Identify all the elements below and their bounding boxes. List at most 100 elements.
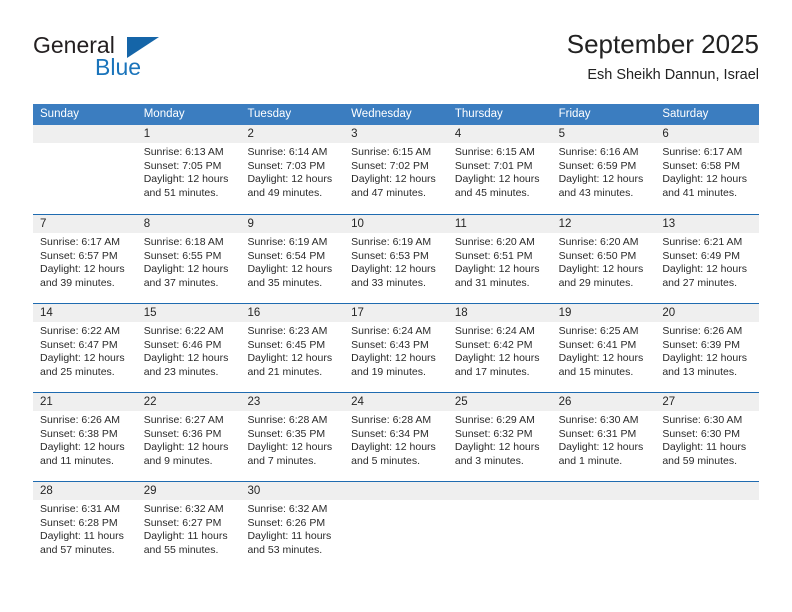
day-number: 16	[240, 304, 345, 322]
calendar-day-cell[interactable]: 20 Sunrise: 6:26 AM Sunset: 6:39 PM Dayligh…	[655, 304, 760, 392]
day-details: Sunrise: 6:17 AM Sunset: 6:58 PM Daylight:…	[655, 143, 759, 200]
sunset-time: Sunset: 6:38 PM	[40, 427, 118, 440]
weekday-header-row: Sunday Monday Tuesday Wednesday Thursday…	[33, 104, 759, 125]
calendar-day-cell[interactable]: 27 Sunrise: 6:30 AM Sunset: 6:30 PM Dayligh…	[655, 393, 760, 481]
calendar-weeks: 1 Sunrise: 6:13 AM Sunset: 7:05 PM Daylight…	[33, 125, 760, 570]
calendar-day-cell[interactable]: 28 Sunrise: 6:31 AM Sunset: 6:28 PM Dayligh…	[33, 482, 137, 570]
sunrise-time: Sunrise: 6:15 AM	[454, 146, 535, 158]
daylight-duration-line1: Daylight: 12 hours	[351, 352, 436, 365]
day-details: Sunrise: 6:13 AM Sunset: 7:05 PM Daylight:…	[137, 143, 241, 200]
sunrise-time: Sunrise: 6:24 AM	[351, 325, 432, 337]
day-number: 21	[33, 393, 137, 411]
day-number: 10	[344, 215, 448, 233]
sunset-time: Sunset: 6:36 PM	[143, 427, 222, 440]
calendar-day-cell[interactable]: 18 Sunrise: 6:24 AM Sunset: 6:42 PM Dayligh…	[447, 304, 552, 392]
calendar-day-cell[interactable]: 22 Sunrise: 6:27 AM Sunset: 6:36 PM Dayligh…	[136, 393, 241, 481]
daylight-duration-line1: Daylight: 12 hours	[143, 441, 229, 454]
calendar-day-cell[interactable]: 29 Sunrise: 6:32 AM Sunset: 6:27 PM Dayligh…	[136, 482, 241, 570]
sunset-time: Sunset: 7:02 PM	[351, 159, 429, 172]
daylight-duration-line1: Daylight: 12 hours	[454, 441, 540, 454]
calendar-day-cell[interactable]: 6 Sunrise: 6:17 AM Sunset: 6:58 PM Daylight…	[655, 125, 760, 214]
calendar-day-cell[interactable]: 17 Sunrise: 6:24 AM Sunset: 6:43 PM Dayligh…	[344, 304, 448, 392]
daylight-duration-line1: Daylight: 12 hours	[558, 263, 644, 276]
daylight-duration-line1: Daylight: 12 hours	[40, 263, 125, 276]
day-number: 25	[447, 393, 552, 411]
sunrise-time: Sunrise: 6:28 AM	[247, 414, 328, 426]
sunset-time: Sunset: 6:27 PM	[143, 516, 222, 529]
general-blue-logo[interactable]: General Blue	[33, 32, 233, 88]
weekday-header-wednesday: Wednesday	[351, 108, 412, 120]
day-details: Sunrise: 6:19 AM Sunset: 6:54 PM Daylight:…	[240, 233, 344, 290]
daylight-duration-line2: and 9 minutes.	[143, 454, 213, 467]
calendar-day-cell[interactable]: 4 Sunrise: 6:15 AM Sunset: 7:01 PM Daylight…	[447, 125, 552, 214]
daylight-duration-line1: Daylight: 12 hours	[662, 263, 747, 276]
calendar-week-row: 28 Sunrise: 6:31 AM Sunset: 6:28 PM Dayligh…	[33, 481, 760, 570]
weekday-header-friday: Friday	[558, 108, 591, 120]
calendar-day-cell[interactable]: 1 Sunrise: 6:13 AM Sunset: 7:05 PM Daylight…	[136, 125, 241, 214]
calendar-day-cell[interactable]: 24 Sunrise: 6:28 AM Sunset: 6:34 PM Dayligh…	[344, 393, 448, 481]
calendar-day-cell[interactable]: 13 Sunrise: 6:21 AM Sunset: 6:49 PM Dayligh…	[655, 215, 760, 303]
daylight-duration-line2: and 37 minutes.	[143, 276, 219, 289]
daylight-duration-line2: and 33 minutes.	[351, 276, 426, 289]
calendar-day-cell[interactable]: 3 Sunrise: 6:15 AM Sunset: 7:02 PM Daylight…	[344, 125, 448, 214]
calendar-day-cell[interactable]: 23 Sunrise: 6:28 AM Sunset: 6:35 PM Dayligh…	[240, 393, 345, 481]
calendar-day-cell[interactable]: 15 Sunrise: 6:22 AM Sunset: 6:46 PM Dayligh…	[136, 304, 241, 392]
day-details: Sunrise: 6:30 AM Sunset: 6:30 PM Daylight:…	[655, 411, 759, 468]
calendar-day-cell[interactable]: 16 Sunrise: 6:23 AM Sunset: 6:45 PM Dayligh…	[240, 304, 345, 392]
sunrise-time: Sunrise: 6:22 AM	[40, 325, 120, 337]
calendar-day-cell[interactable]: 5 Sunrise: 6:16 AM Sunset: 6:59 PM Daylight…	[551, 125, 656, 214]
daylight-duration-line2: and 51 minutes.	[143, 186, 219, 199]
daylight-duration-line2: and 29 minutes.	[558, 276, 634, 289]
sunrise-time: Sunrise: 6:28 AM	[351, 414, 432, 426]
daylight-duration-line2: and 35 minutes.	[247, 276, 323, 289]
daylight-duration-line1: Daylight: 12 hours	[454, 173, 540, 186]
daylight-duration-line1: Daylight: 12 hours	[558, 173, 644, 186]
calendar-day-cell[interactable]: 9 Sunrise: 6:19 AM Sunset: 6:54 PM Daylight…	[240, 215, 345, 303]
calendar-cell-empty	[33, 125, 137, 214]
calendar-day-cell[interactable]: 19 Sunrise: 6:25 AM Sunset: 6:41 PM Dayligh…	[551, 304, 656, 392]
calendar-day-cell[interactable]: 11 Sunrise: 6:20 AM Sunset: 6:51 PM Dayligh…	[447, 215, 552, 303]
calendar-day-cell[interactable]: 25 Sunrise: 6:29 AM Sunset: 6:32 PM Dayligh…	[447, 393, 552, 481]
sunset-time: Sunset: 6:57 PM	[40, 249, 118, 262]
calendar-day-cell[interactable]: 7 Sunrise: 6:17 AM Sunset: 6:57 PM Daylight…	[33, 215, 137, 303]
daylight-duration-line1: Daylight: 12 hours	[247, 263, 333, 276]
daylight-duration-line1: Daylight: 11 hours	[662, 441, 747, 454]
day-number: 5	[551, 125, 656, 143]
sunset-time: Sunset: 6:39 PM	[662, 338, 740, 351]
calendar-day-cell[interactable]: 12 Sunrise: 6:20 AM Sunset: 6:50 PM Dayligh…	[551, 215, 656, 303]
day-details: Sunrise: 6:25 AM Sunset: 6:41 PM Daylight:…	[552, 322, 656, 379]
daylight-duration-line1: Daylight: 12 hours	[662, 352, 747, 365]
day-number: 29	[136, 482, 241, 500]
calendar-day-cell[interactable]: 8 Sunrise: 6:18 AM Sunset: 6:55 PM Daylight…	[136, 215, 241, 303]
daylight-duration-line2: and 45 minutes.	[454, 186, 530, 199]
logo-text-blue: Blue	[95, 54, 142, 80]
daylight-duration-line1: Daylight: 12 hours	[40, 352, 125, 365]
calendar-page: General Blue September 2025 Esh Sheikh D…	[0, 0, 792, 612]
sunrise-time: Sunrise: 6:14 AM	[247, 146, 328, 158]
calendar-day-cell[interactable]: 10 Sunrise: 6:19 AM Sunset: 6:53 PM Dayligh…	[344, 215, 448, 303]
calendar-day-cell[interactable]: 30 Sunrise: 6:32 AM Sunset: 6:26 PM Dayligh…	[240, 482, 345, 570]
sunrise-time: Sunrise: 6:20 AM	[454, 236, 535, 248]
sunrise-time: Sunrise: 6:32 AM	[143, 503, 224, 515]
sunset-time: Sunset: 6:34 PM	[351, 427, 429, 440]
calendar-day-cell[interactable]: 14 Sunrise: 6:22 AM Sunset: 6:47 PM Dayligh…	[33, 304, 137, 392]
sunrise-time: Sunrise: 6:24 AM	[454, 325, 535, 337]
calendar-day-cell[interactable]: 21 Sunrise: 6:26 AM Sunset: 6:38 PM Dayligh…	[33, 393, 137, 481]
day-details: Sunrise: 6:22 AM Sunset: 6:47 PM Daylight:…	[33, 322, 137, 379]
weekday-header-tuesday: Tuesday	[247, 108, 292, 120]
sunset-time: Sunset: 7:05 PM	[143, 159, 222, 172]
daylight-duration-line1: Daylight: 12 hours	[40, 441, 125, 454]
day-number: 11	[447, 215, 552, 233]
daylight-duration-line1: Daylight: 12 hours	[247, 352, 333, 365]
sunrise-time: Sunrise: 6:20 AM	[558, 236, 639, 248]
calendar-day-cell[interactable]: 26 Sunrise: 6:30 AM Sunset: 6:31 PM Dayligh…	[551, 393, 656, 481]
sunrise-time: Sunrise: 6:19 AM	[247, 236, 328, 248]
day-number: 20	[655, 304, 760, 322]
daylight-duration-line1: Daylight: 12 hours	[247, 173, 333, 186]
sunrise-time: Sunrise: 6:26 AM	[40, 414, 120, 426]
daylight-duration-line1: Daylight: 12 hours	[351, 441, 436, 454]
sunrise-time: Sunrise: 6:17 AM	[40, 236, 120, 248]
calendar-day-cell[interactable]: 2 Sunrise: 6:14 AM Sunset: 7:03 PM Daylight…	[240, 125, 345, 214]
sunset-time: Sunset: 7:01 PM	[454, 159, 533, 172]
daylight-duration-line1: Daylight: 12 hours	[351, 263, 436, 276]
